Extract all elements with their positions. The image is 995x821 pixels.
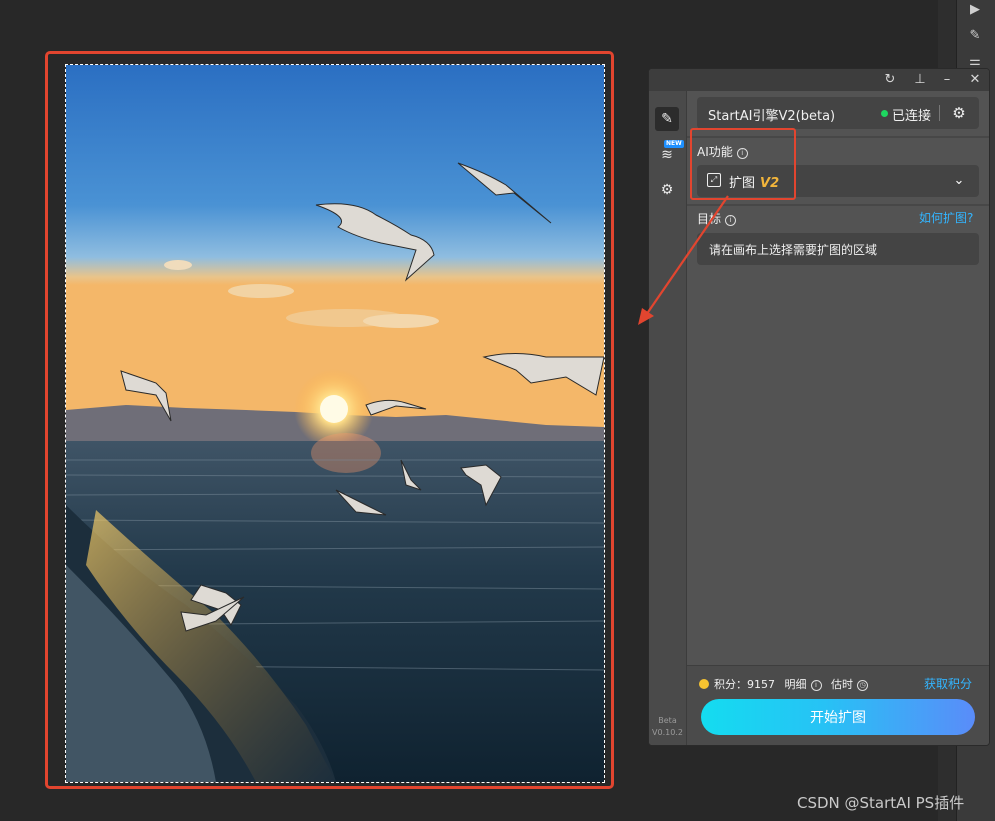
- points-value: 9157: [747, 678, 775, 691]
- annotation-arrow-icon: [638, 195, 729, 325]
- get-points-link[interactable]: 获取积分: [924, 675, 972, 692]
- canvas-image[interactable]: [66, 65, 604, 782]
- info-icon[interactable]: i: [810, 680, 822, 691]
- play-icon[interactable]: ▶: [962, 0, 988, 20]
- edit-icon[interactable]: ✎: [655, 107, 679, 131]
- status-dot: [881, 110, 888, 117]
- connection-status: 已连接: [892, 109, 932, 124]
- start-expand-button[interactable]: 开始扩图: [701, 699, 975, 735]
- new-badge: NEW: [664, 140, 684, 148]
- coin-icon: [699, 679, 709, 689]
- close-icon[interactable]: ✕: [966, 71, 984, 89]
- panel-titlebar: ↻ ⊥ – ✕: [649, 69, 989, 91]
- beta-label: Beta: [658, 716, 677, 725]
- minimize-icon[interactable]: –: [938, 71, 956, 89]
- panel-footer: 积分：9157 明细 i 估时 ◷ 获取积分 开始扩图: [687, 665, 989, 745]
- pin-icon[interactable]: ⊥: [911, 71, 929, 89]
- refresh-icon[interactable]: ↻: [881, 71, 899, 89]
- detail-link[interactable]: 明细: [785, 678, 807, 691]
- engine-name: StartAI引擎V2(beta): [708, 109, 836, 124]
- engine-selector[interactable]: StartAI引擎V2(beta) 已连接 ⚙: [697, 97, 979, 129]
- how-to-expand-link[interactable]: 如何扩图?: [919, 209, 973, 226]
- points-row: 积分：9157 明细 i 估时 ◷: [699, 676, 868, 692]
- watermark: CSDN @StartAI PS插件: [797, 794, 965, 812]
- separator: [939, 105, 940, 121]
- points-label: 积分：: [714, 678, 747, 691]
- estimate-label: 估时: [831, 678, 853, 691]
- brush-icon[interactable]: ✎: [962, 26, 988, 46]
- clock-icon[interactable]: ◷: [857, 680, 868, 691]
- cloud-settings-icon[interactable]: ⚙: [948, 102, 970, 124]
- version-label: V0.10.2: [652, 728, 683, 737]
- chevron-down-icon[interactable]: ⌄: [949, 169, 969, 189]
